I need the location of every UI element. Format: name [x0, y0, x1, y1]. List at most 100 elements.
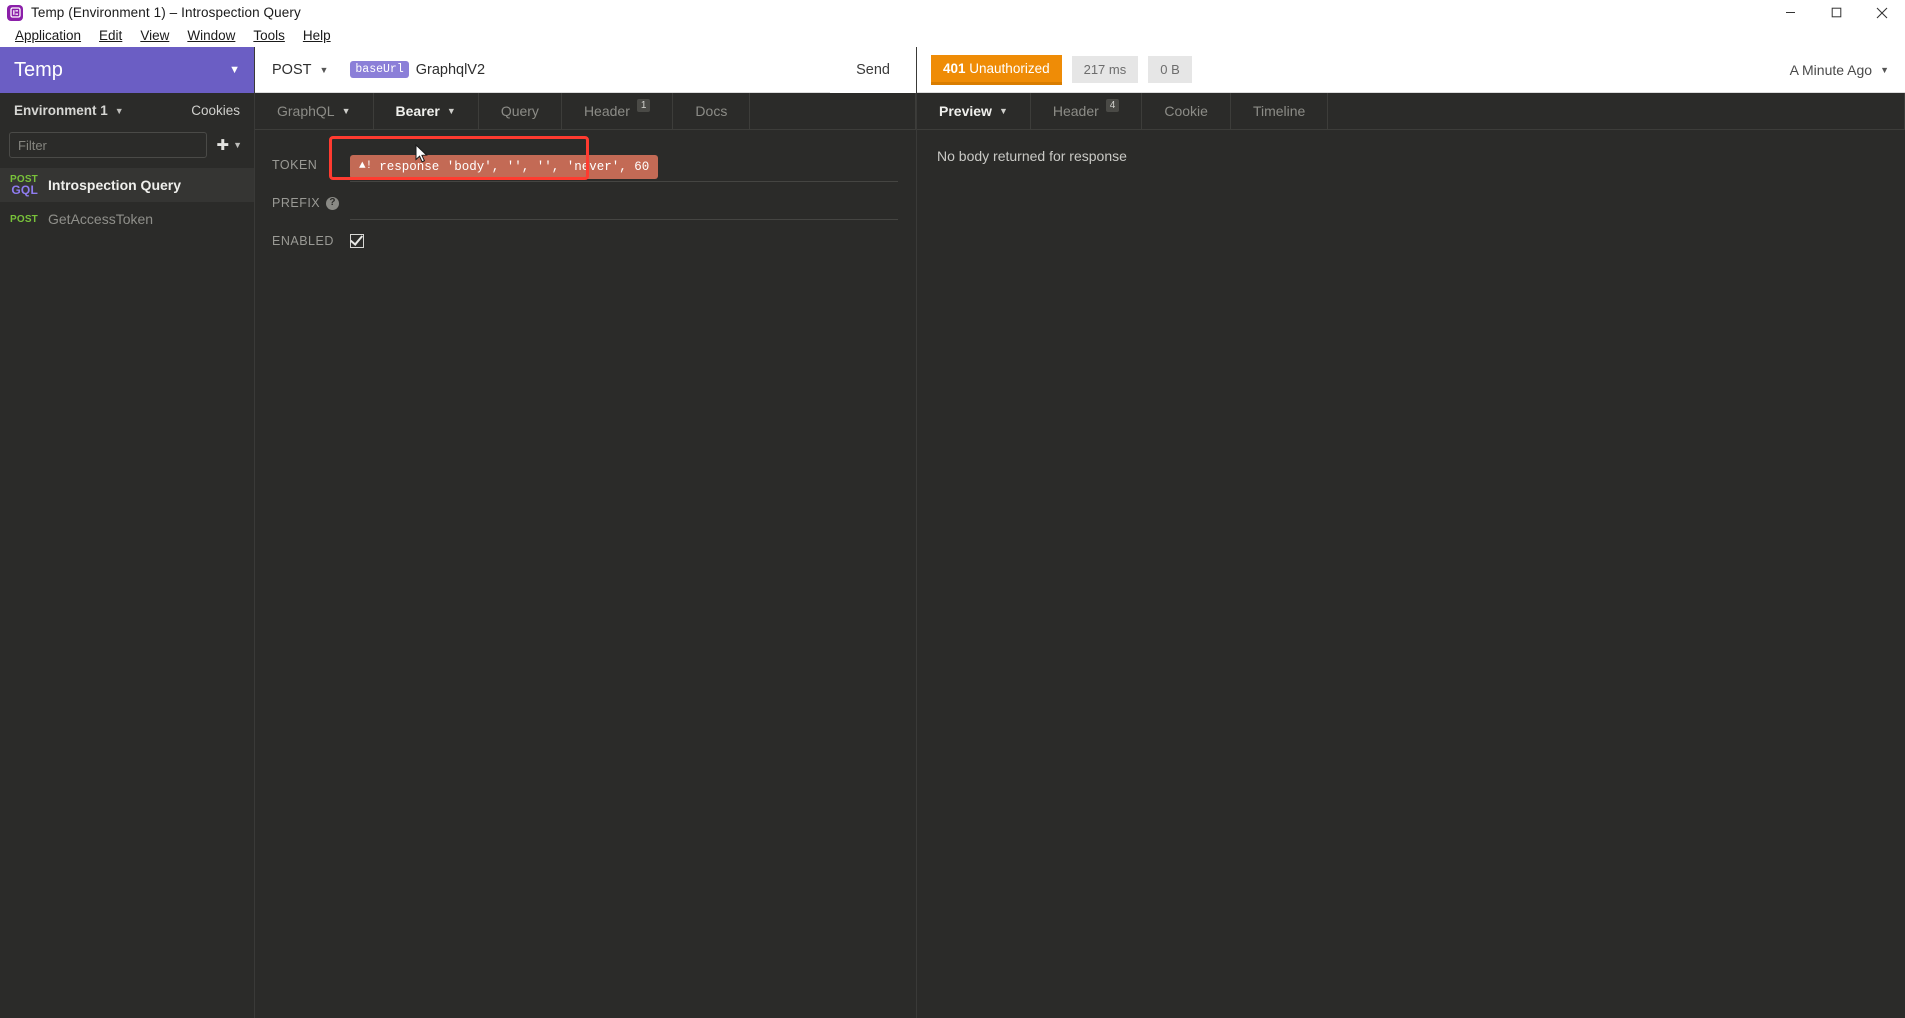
- tab-query-label: Query: [500, 103, 539, 119]
- method-selector[interactable]: POST ▼: [272, 62, 328, 78]
- response-body: No body returned for response: [917, 130, 1905, 182]
- tab-response-header-label: Header: [1052, 103, 1099, 119]
- status-badge[interactable]: 401 Unauthorized: [931, 54, 1062, 85]
- tab-graphql[interactable]: GraphQL ▼: [255, 93, 374, 129]
- response-status-bar: 401 Unauthorized 217 ms 0 B A Minute Ago…: [917, 47, 1905, 93]
- close-button[interactable]: [1859, 0, 1905, 25]
- chevron-down-icon: ▼: [998, 106, 1008, 116]
- response-time-chip[interactable]: 217 ms: [1071, 56, 1139, 83]
- warning-triangle-icon: ▲!: [359, 160, 373, 172]
- tab-query[interactable]: Query: [479, 93, 562, 129]
- url-variable-chip: baseUrl: [350, 61, 409, 78]
- tab-timeline[interactable]: Timeline: [1231, 93, 1329, 129]
- menu-view-label: View: [140, 28, 170, 43]
- token-input[interactable]: ▲! response 'body', '', '', 'never', 60: [350, 152, 898, 182]
- prefix-label: PREFIX ?: [272, 186, 350, 210]
- menu-application[interactable]: Application: [6, 25, 90, 47]
- tab-response-header[interactable]: Header 4: [1031, 93, 1143, 129]
- request-tabs: GraphQL ▼ Bearer ▼ Query Header 1 Docs: [255, 93, 916, 130]
- tab-docs[interactable]: Docs: [673, 93, 751, 129]
- chevron-down-icon[interactable]: ▼: [229, 64, 240, 76]
- tab-graphql-label: GraphQL: [277, 103, 335, 119]
- enabled-value-wrap: [350, 224, 898, 253]
- response-size-chip[interactable]: 0 B: [1148, 56, 1192, 83]
- menu-help[interactable]: Help: [294, 25, 340, 47]
- response-pane: 401 Unauthorized 217 ms 0 B A Minute Ago…: [917, 47, 1905, 1018]
- menu-window[interactable]: Window: [178, 25, 244, 47]
- response-history-selector[interactable]: A Minute Ago ▼: [1790, 62, 1889, 78]
- menu-view[interactable]: View: [131, 25, 178, 47]
- request-method-badge: POST GQL: [8, 174, 38, 196]
- tab-header[interactable]: Header 1: [562, 93, 674, 129]
- prefix-row: PREFIX ?: [272, 186, 898, 224]
- prefix-label-text: PREFIX: [272, 196, 321, 210]
- menu-window-label: Window: [187, 28, 236, 43]
- tab-header-badge: 1: [636, 98, 651, 112]
- menu-tools-label: Tools: [253, 28, 285, 43]
- protocol-gql-label: GQL: [11, 183, 38, 197]
- chevron-down-icon: ▼: [114, 105, 124, 116]
- cookies-link[interactable]: Cookies: [191, 103, 240, 118]
- url-bar: POST ▼ baseUrl GraphqlV2 Send: [255, 46, 916, 93]
- menu-help-label: Help: [302, 28, 331, 43]
- enabled-label: ENABLED: [272, 234, 334, 248]
- request-tabs-filler: [750, 93, 916, 129]
- menu-application-label: Application: [15, 28, 82, 43]
- minimize-button[interactable]: [1767, 0, 1813, 25]
- menu-tools[interactable]: Tools: [244, 25, 294, 47]
- window-controls: [1767, 0, 1905, 25]
- prefix-input[interactable]: [350, 190, 898, 220]
- prefix-value-wrap: [350, 186, 898, 220]
- tab-bearer[interactable]: Bearer ▼: [374, 93, 479, 129]
- tab-cookie[interactable]: Cookie: [1142, 93, 1231, 129]
- workspace-name: Temp: [14, 58, 63, 81]
- request-list: POST GQL Introspection Query POST GetAcc…: [0, 168, 254, 236]
- request-method-badge: POST: [8, 214, 38, 225]
- filter-input[interactable]: [9, 132, 207, 158]
- response-empty-message: No body returned for response: [937, 148, 1127, 164]
- add-request-button[interactable]: ✚ ▼: [217, 138, 243, 153]
- status-code: 401: [943, 60, 966, 76]
- enabled-row: ENABLED: [272, 224, 898, 262]
- token-row: TOKEN ▲! response 'body', '', '', 'never…: [272, 148, 898, 186]
- request-list-item-introspection-query[interactable]: POST GQL Introspection Query: [0, 168, 254, 202]
- title-bar: Temp (Environment 1) – Introspection Que…: [0, 0, 1905, 25]
- chevron-down-icon: ▼: [319, 64, 329, 75]
- enabled-checkbox[interactable]: [350, 234, 364, 248]
- token-value-wrap: ▲! response 'body', '', '', 'never', 60: [350, 148, 898, 182]
- tab-preview-label: Preview: [939, 103, 992, 119]
- chevron-down-icon: ▼: [446, 106, 456, 116]
- token-template-chip[interactable]: ▲! response 'body', '', '', 'never', 60: [350, 154, 659, 179]
- request-pane: POST ▼ baseUrl GraphqlV2 Send GraphQL ▼ …: [255, 46, 917, 1018]
- request-name: GetAccessToken: [48, 211, 154, 227]
- filter-row: ✚ ▼: [0, 128, 254, 162]
- workspace-header[interactable]: Temp ▼: [0, 47, 254, 93]
- response-tabs-filler: [1328, 93, 1905, 129]
- tab-docs-label: Docs: [695, 103, 728, 119]
- url-input[interactable]: baseUrl GraphqlV2: [350, 61, 830, 78]
- chevron-down-icon: ▼: [233, 140, 242, 150]
- request-list-item-getaccesstoken[interactable]: POST GetAccessToken: [0, 202, 254, 236]
- sidebar: Temp ▼ Environment 1 ▼ Cookies ✚ ▼ POST …: [0, 47, 255, 1018]
- menu-edit-label: Edit: [99, 28, 123, 43]
- tab-preview[interactable]: Preview ▼: [917, 93, 1031, 129]
- help-circle-icon[interactable]: ?: [326, 196, 340, 210]
- method-label: POST: [272, 61, 312, 78]
- url-path-text: GraphqlV2: [415, 61, 486, 78]
- auth-form: TOKEN ▲! response 'body', '', '', 'never…: [255, 130, 916, 262]
- app-body: Temp ▼ Environment 1 ▼ Cookies ✚ ▼ POST …: [0, 46, 1905, 1018]
- mouse-cursor-icon: [415, 143, 429, 169]
- environment-selector[interactable]: Environment 1 ▼: [14, 103, 124, 118]
- maximize-button[interactable]: [1813, 0, 1859, 25]
- tab-bearer-label: Bearer: [395, 103, 440, 119]
- window-title: Temp (Environment 1) – Introspection Que…: [31, 5, 301, 20]
- chevron-down-icon: ▼: [341, 106, 351, 116]
- environment-label: Environment 1: [14, 103, 108, 118]
- send-button[interactable]: Send: [830, 46, 916, 93]
- tab-timeline-label: Timeline: [1252, 103, 1306, 119]
- insomnia-logo-icon: [7, 4, 23, 21]
- tab-header-label: Header: [583, 103, 630, 119]
- status-text: Unauthorized: [965, 60, 1050, 76]
- menu-edit[interactable]: Edit: [90, 25, 131, 47]
- request-name: Introspection Query: [48, 177, 182, 193]
